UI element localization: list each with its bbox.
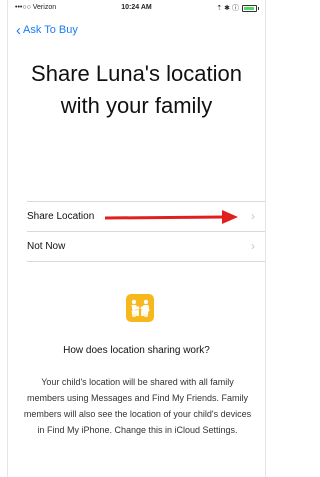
red-arrow-icon (104, 210, 238, 224)
info-description: Your child's location will be shared wit… (23, 377, 252, 435)
chevron-right-icon: › (251, 239, 255, 253)
family-sharing-icon (126, 294, 154, 322)
info-question: How does location sharing work? (63, 345, 210, 356)
phone-screen: •••○○ Verizon 10:24 AM ⇡ ✱ ⓘ ‹ Ask To Bu… (7, 0, 266, 477)
divider (27, 261, 265, 262)
not-now-label: Not Now (27, 240, 66, 252)
